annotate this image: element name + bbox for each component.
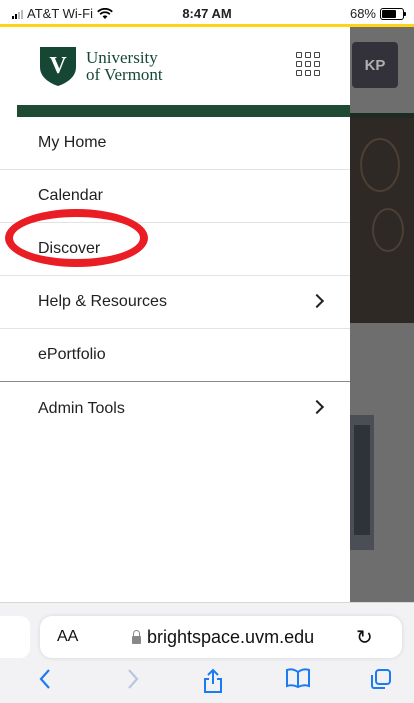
drawer-menu: My Home Calendar Discover Help & Resourc… bbox=[0, 117, 350, 435]
logo-wordmark: University of Vermont bbox=[86, 49, 163, 83]
brand-divider-bar bbox=[17, 105, 350, 117]
share-icon[interactable] bbox=[203, 668, 223, 694]
lock-icon bbox=[132, 630, 141, 644]
background-photo bbox=[350, 415, 374, 550]
menu-item-my-home[interactable]: My Home bbox=[0, 117, 350, 170]
bookmarks-icon[interactable] bbox=[285, 668, 311, 688]
menu-item-eportfolio[interactable]: ePortfolio bbox=[0, 329, 350, 382]
reload-icon[interactable]: ↻ bbox=[356, 625, 373, 650]
previous-tab-pill[interactable] bbox=[0, 616, 30, 658]
url-display[interactable]: brightspace.uvm.edu bbox=[132, 627, 314, 648]
status-right: 68% bbox=[349, 6, 406, 21]
menu-item-help-resources[interactable]: Help & Resources bbox=[0, 276, 350, 329]
user-avatar[interactable]: KP bbox=[352, 42, 398, 88]
chevron-right-icon bbox=[309, 399, 325, 415]
logo-line-1: University bbox=[86, 48, 158, 67]
page-accent-line bbox=[0, 24, 414, 27]
menu-item-admin-tools[interactable]: Admin Tools bbox=[0, 382, 350, 435]
menu-item-label: Calendar bbox=[38, 187, 103, 204]
safari-toolbar bbox=[0, 668, 414, 698]
navigation-drawer: V University of Vermont My Home Calendar… bbox=[0, 27, 350, 602]
back-arrow-icon[interactable] bbox=[38, 668, 52, 690]
url-text: brightspace.uvm.edu bbox=[147, 627, 315, 647]
safari-bottom-bar: AA brightspace.uvm.edu ↻ bbox=[0, 602, 414, 703]
menu-item-discover[interactable]: Discover bbox=[0, 209, 350, 276]
shield-letter: V bbox=[49, 53, 67, 79]
drawer-header: V University of Vermont bbox=[0, 27, 350, 105]
status-bar: AT&T Wi-Fi 8:47 AM 68% bbox=[0, 0, 414, 26]
background-page-overlay[interactable]: KP bbox=[350, 27, 414, 602]
menu-item-label: ePortfolio bbox=[38, 346, 106, 363]
background-banner-image bbox=[350, 118, 414, 323]
battery-icon bbox=[380, 7, 406, 20]
battery-percent: 68% bbox=[349, 6, 376, 21]
menu-item-label: Admin Tools bbox=[38, 399, 125, 417]
menu-item-calendar[interactable]: Calendar bbox=[0, 170, 350, 223]
logo-line-2: of Vermont bbox=[86, 65, 163, 84]
uvm-shield-icon: V bbox=[40, 47, 76, 86]
uvm-logo[interactable]: V University of Vermont bbox=[38, 45, 163, 87]
chevron-right-icon bbox=[309, 293, 325, 309]
address-bar[interactable]: AA brightspace.uvm.edu ↻ bbox=[40, 616, 402, 658]
text-size-button[interactable]: AA bbox=[57, 628, 78, 646]
app-launcher-grid-icon[interactable] bbox=[296, 52, 320, 76]
tabs-icon[interactable] bbox=[370, 668, 392, 690]
forward-arrow-icon[interactable] bbox=[126, 668, 140, 690]
menu-item-label: Help & Resources bbox=[38, 293, 167, 310]
menu-item-label: My Home bbox=[38, 134, 107, 151]
menu-item-label: Discover bbox=[38, 240, 101, 257]
